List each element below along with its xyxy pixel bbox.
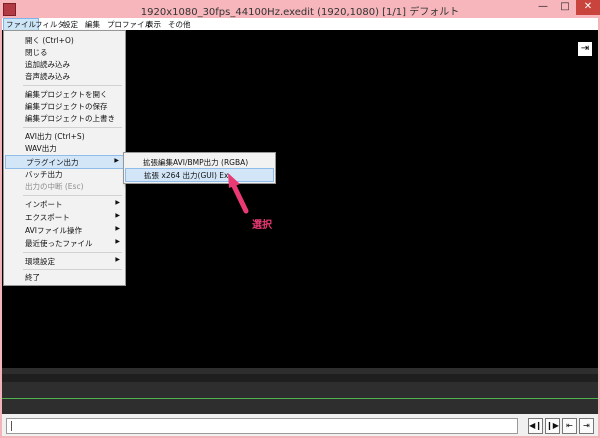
annotation-arrow-icon bbox=[228, 173, 249, 214]
annotation-label: 選択 bbox=[252, 220, 272, 231]
arrow-shaft bbox=[231, 183, 249, 214]
arrow-head bbox=[228, 173, 240, 188]
